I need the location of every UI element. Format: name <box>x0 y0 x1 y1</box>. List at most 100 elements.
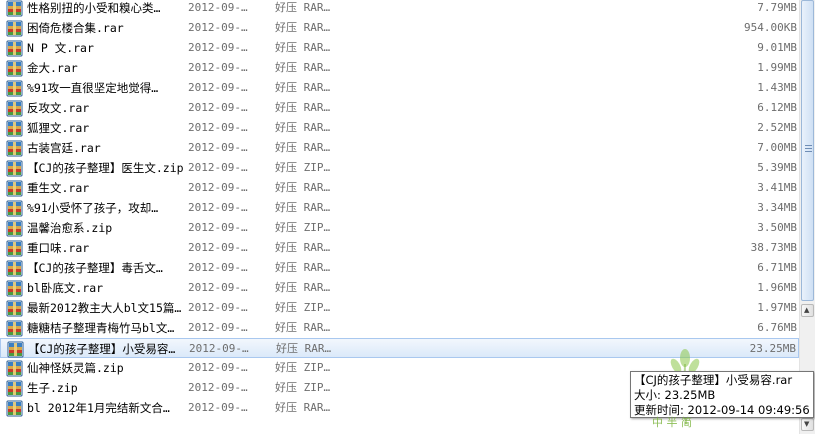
file-type: 好压 ZIP… <box>275 161 331 174</box>
scroll-down-button[interactable]: ▼ <box>801 418 814 431</box>
file-date: 2012-09-… <box>188 161 248 174</box>
file-date: 2012-09-… <box>188 241 248 254</box>
file-size: 6.76MB <box>757 321 797 334</box>
file-row[interactable]: 【CJ的孩子整理】毒舌文… 2012-09-… 好压 RAR… 6.71MB <box>0 258 799 278</box>
file-type: 好压 ZIP… <box>275 221 331 234</box>
scrollbar-grip <box>805 151 812 152</box>
file-name: %91小受怀了孩子，攻却… <box>27 201 159 215</box>
file-size: 38.73MB <box>750 241 797 254</box>
file-row[interactable]: 金大.rar 2012-09-… 好压 RAR… 1.99MB <box>0 58 799 78</box>
rar-archive-icon <box>6 280 23 297</box>
file-row[interactable]: 重生文.rar 2012-09-… 好压 RAR… 3.41MB <box>0 178 799 198</box>
file-name: N P 文.rar <box>27 41 94 55</box>
file-name: 重口味.rar <box>27 241 90 255</box>
file-date: 2012-09-… <box>188 181 248 194</box>
file-row[interactable]: 困倚危楼合集.rar 2012-09-… 好压 RAR… 954.00KB <box>0 18 799 38</box>
scroll-up-button[interactable]: ▲ <box>801 304 814 317</box>
file-name: 困倚危楼合集.rar <box>27 21 124 35</box>
file-row[interactable]: 反攻文.rar 2012-09-… 好压 RAR… 6.12MB <box>0 98 799 118</box>
vertical-scrollbar[interactable]: ▲ ▼ <box>799 0 815 434</box>
file-name: 狐狸文.rar <box>27 121 90 135</box>
file-row[interactable]: N P 文.rar 2012-09-… 好压 RAR… 9.01MB <box>0 38 799 58</box>
file-date: 2012-09-… <box>188 221 248 234</box>
zip-archive-icon <box>6 380 23 397</box>
file-row[interactable]: bl卧底文.rar 2012-09-… 好压 RAR… 1.96MB <box>0 278 799 298</box>
file-row[interactable]: 糖糖桔子整理青梅竹马bl文… 2012-09-… 好压 RAR… 6.76MB <box>0 318 799 338</box>
arrow-down-icon: ▼ <box>804 420 810 428</box>
file-name: 仙神怪妖灵篇.zip <box>27 361 124 375</box>
file-type: 好压 RAR… <box>275 201 331 214</box>
file-row[interactable]: 重口味.rar 2012-09-… 好压 RAR… 38.73MB <box>0 238 799 258</box>
file-name: bl卧底文.rar <box>27 281 104 295</box>
scrollbar-thumb[interactable] <box>801 0 814 301</box>
file-date: 2012-09-… <box>188 201 248 214</box>
file-type: 好压 RAR… <box>275 41 331 54</box>
file-row[interactable]: 古装宫廷.rar 2012-09-… 好压 RAR… 7.00MB <box>0 138 799 158</box>
scrollbar-grip <box>805 145 812 146</box>
rar-archive-icon <box>6 40 23 57</box>
rar-archive-icon <box>6 200 23 217</box>
file-date: 2012-09-… <box>188 121 248 134</box>
file-name: 【CJ的孩子整理】毒舌文… <box>27 261 163 275</box>
rar-archive-icon <box>6 20 23 37</box>
file-row[interactable]: 狐狸文.rar 2012-09-… 好压 RAR… 2.52MB <box>0 118 799 138</box>
file-name: bl 2012年1月完结新文合… <box>27 401 170 415</box>
file-size: 1.43MB <box>757 81 797 94</box>
file-row[interactable]: %91小受怀了孩子，攻却… 2012-09-… 好压 RAR… 3.34MB <box>0 198 799 218</box>
watermark-text: 中 半 简 <box>652 416 692 429</box>
zip-archive-icon <box>6 220 23 237</box>
rar-archive-icon <box>6 320 23 337</box>
file-type: 好压 RAR… <box>275 61 331 74</box>
scrollbar-grip <box>805 148 812 149</box>
file-name: 反攻文.rar <box>27 101 90 115</box>
file-list: 性格别扭的小受和糗心类… 2012-09-… 好压 RAR… 7.79MB 困倚危楼合集… <box>0 0 799 434</box>
file-row[interactable]: 最新2012教主大人bl文15篇… 2012-09-… 好压 ZIP… 1.97MB <box>0 298 799 318</box>
file-row[interactable]: 温馨治愈系.zip 2012-09-… 好压 ZIP… 3.50MB <box>0 218 799 238</box>
rar-archive-icon <box>6 400 23 417</box>
file-name: 最新2012教主大人bl文15篇… <box>27 301 182 315</box>
file-type: 好压 RAR… <box>275 261 331 274</box>
file-date: 2012-09-… <box>188 141 248 154</box>
file-size: 5.39MB <box>757 161 797 174</box>
file-size: 7.79MB <box>757 1 797 14</box>
file-size: 23.25MB <box>749 342 796 355</box>
file-name: 【CJ的孩子整理】小受易容… <box>28 342 176 356</box>
rar-archive-icon <box>6 80 23 97</box>
file-size: 3.41MB <box>757 181 797 194</box>
file-date: 2012-09-… <box>188 261 248 274</box>
arrow-up-icon: ▲ <box>804 306 810 314</box>
file-name: 【CJ的孩子整理】医生文.zip <box>27 161 183 175</box>
file-row[interactable]: 【CJ的孩子整理】小受易容… 2012-09-… 好压 RAR… 23.25MB <box>0 338 799 358</box>
file-date: 2012-09-… <box>188 381 248 394</box>
file-type: 好压 RAR… <box>275 141 331 154</box>
rar-archive-icon <box>6 140 23 157</box>
file-row[interactable]: 【CJ的孩子整理】医生文.zip 2012-09-… 好压 ZIP… 5.39MB <box>0 158 799 178</box>
file-size: 1.96MB <box>757 281 797 294</box>
file-date: 2012-09-… <box>189 342 249 355</box>
file-name: 古装宫廷.rar <box>27 141 101 155</box>
file-name: 温馨治愈系.zip <box>27 221 113 235</box>
file-date: 2012-09-… <box>188 41 248 54</box>
file-size: 6.12MB <box>757 101 797 114</box>
file-type: 好压 RAR… <box>276 342 332 355</box>
file-type: 好压 RAR… <box>275 101 331 114</box>
file-name: 糖糖桔子整理青梅竹马bl文… <box>27 321 175 335</box>
rar-archive-icon <box>7 341 24 358</box>
file-type: 好压 RAR… <box>275 81 331 94</box>
zip-archive-icon <box>6 300 23 317</box>
zip-archive-icon <box>6 160 23 177</box>
rar-archive-icon <box>6 0 23 17</box>
file-row[interactable]: 性格别扭的小受和糗心类… 2012-09-… 好压 RAR… 7.79MB <box>0 0 799 18</box>
file-size: 1.97MB <box>757 301 797 314</box>
tooltip-filename: 【CJ的孩子整理】小受易容.rar <box>634 373 793 387</box>
file-type: 好压 RAR… <box>275 401 331 414</box>
file-type: 好压 ZIP… <box>275 301 331 314</box>
file-type: 好压 RAR… <box>275 181 331 194</box>
rar-archive-icon <box>6 260 23 277</box>
rar-archive-icon <box>6 180 23 197</box>
file-size: 2.52MB <box>757 121 797 134</box>
file-name: 生子.zip <box>27 381 78 395</box>
file-type: 好压 RAR… <box>275 121 331 134</box>
file-size: 6.71MB <box>757 261 797 274</box>
file-row[interactable]: %91攻一直很坚定地觉得… 2012-09-… 好压 RAR… 1.43MB <box>0 78 799 98</box>
